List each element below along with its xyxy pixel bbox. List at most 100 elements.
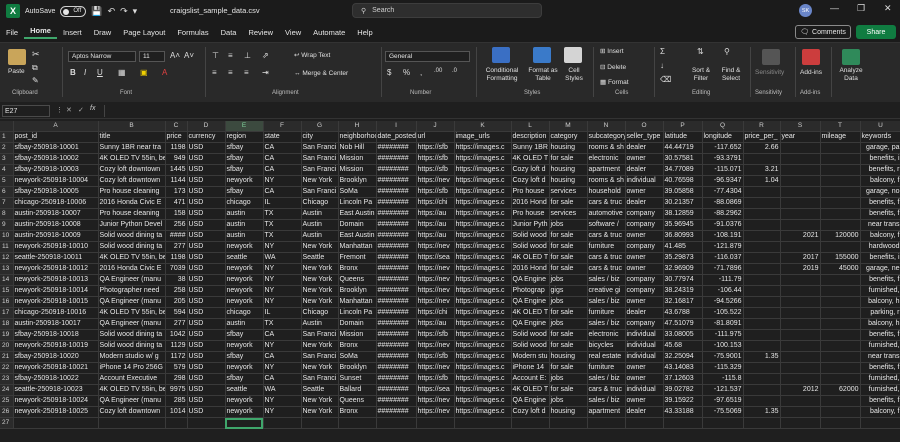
conditional-formatting-button[interactable]: Conditional Formatting: [482, 67, 522, 83]
cell[interactable]: San Franci: [301, 351, 339, 363]
cell[interactable]: sales / biz: [587, 395, 626, 407]
cell[interactable]: jobs: [549, 318, 588, 330]
cell[interactable]: [165, 417, 188, 429]
cell[interactable]: Mission: [338, 153, 377, 165]
cell[interactable]: newyork: [225, 285, 264, 297]
cell[interactable]: newyork-250918-10015: [13, 296, 99, 308]
column-header-n[interactable]: N: [587, 121, 626, 132]
row-header[interactable]: 16: [0, 296, 14, 308]
cell[interactable]: WA: [263, 384, 302, 396]
cell[interactable]: chicago: [225, 197, 264, 209]
cell[interactable]: Bronx: [338, 406, 377, 418]
cell[interactable]: furniture: [587, 241, 626, 253]
cell[interactable]: USD: [187, 263, 226, 275]
cell[interactable]: TX: [263, 318, 302, 330]
cell[interactable]: QA Engine: [511, 395, 550, 407]
cell[interactable]: sfbay-250918-10002: [13, 153, 99, 165]
cell[interactable]: [225, 417, 264, 429]
cell[interactable]: New York: [301, 241, 339, 253]
cell[interactable]: iPhone 14 Pro 256G: [98, 362, 166, 374]
cell[interactable]: -111.975: [702, 329, 744, 341]
cell[interactable]: housing: [549, 164, 588, 176]
cell[interactable]: 9975: [165, 384, 188, 396]
cell[interactable]: https://sfb: [416, 164, 455, 176]
cell[interactable]: [820, 329, 861, 341]
cell[interactable]: -115.071: [702, 164, 744, 176]
cell[interactable]: electronic: [587, 329, 626, 341]
decrease-decimal-icon[interactable]: .0: [452, 68, 457, 74]
cell[interactable]: company: [625, 208, 664, 220]
cell[interactable]: -97.6519: [702, 395, 744, 407]
function-icon[interactable]: fx: [90, 105, 95, 112]
cell[interactable]: USD: [187, 285, 226, 297]
cell[interactable]: -88.2962: [702, 208, 744, 220]
cell[interactable]: ########: [376, 329, 417, 341]
autosum-icon[interactable]: Σ: [660, 47, 665, 56]
cell[interactable]: image_urls: [454, 131, 512, 143]
sensitivity-icon[interactable]: [762, 49, 780, 65]
cell[interactable]: Austin: [301, 219, 339, 231]
cell[interactable]: -81.8091: [702, 318, 744, 330]
cell[interactable]: Solid wood dining ta: [98, 329, 166, 341]
cell[interactable]: CA: [263, 164, 302, 176]
indent-icon[interactable]: ⇥: [262, 68, 269, 77]
cell[interactable]: [743, 230, 781, 242]
cell[interactable]: Bronx: [338, 340, 377, 352]
cell[interactable]: USD: [187, 340, 226, 352]
bold-icon[interactable]: B: [70, 68, 76, 77]
cell[interactable]: price_per_: [743, 131, 781, 143]
cell[interactable]: [780, 241, 821, 253]
increase-font-icon[interactable]: A˄: [170, 51, 180, 60]
analyze-data-icon[interactable]: [842, 49, 860, 65]
align-bottom-icon[interactable]: ⊥: [244, 51, 251, 60]
cell[interactable]: category: [549, 131, 588, 143]
cell[interactable]: seller_type: [625, 131, 664, 143]
cell[interactable]: -71.7896: [702, 263, 744, 275]
share-button[interactable]: Share: [856, 25, 896, 39]
insert-cells-button[interactable]: ⊞ Insert: [600, 47, 624, 55]
cell[interactable]: neighborhood: [338, 131, 377, 143]
cell[interactable]: https://images.c: [454, 307, 512, 319]
cell[interactable]: Sunset: [338, 373, 377, 385]
cell[interactable]: Modern stu: [511, 351, 550, 363]
cell[interactable]: ########: [376, 384, 417, 396]
menu-automate[interactable]: Automate: [307, 28, 351, 37]
close-icon[interactable]: ✕: [884, 3, 892, 14]
cell[interactable]: CA: [263, 329, 302, 341]
cell[interactable]: SoMa: [338, 186, 377, 198]
cell[interactable]: 4K OLED TV 55in, be: [98, 153, 166, 165]
cell[interactable]: TX: [263, 208, 302, 220]
cell[interactable]: USD: [187, 175, 226, 187]
cell[interactable]: https://images.c: [454, 351, 512, 363]
cell[interactable]: 40.76598: [663, 175, 703, 187]
cell[interactable]: newyork: [225, 274, 264, 286]
cell[interactable]: newyork-250918-10019: [13, 340, 99, 352]
cell[interactable]: [780, 142, 821, 154]
cell[interactable]: [780, 351, 821, 363]
cell[interactable]: Pro house: [511, 208, 550, 220]
cell[interactable]: 2021: [780, 230, 821, 242]
cell[interactable]: 43.33188: [663, 406, 703, 418]
cell[interactable]: [820, 175, 861, 187]
number-format-select[interactable]: General: [385, 51, 470, 62]
cell[interactable]: garage, pa: [860, 142, 900, 154]
cell[interactable]: [743, 384, 781, 396]
cell[interactable]: -96.9347: [702, 175, 744, 187]
cell[interactable]: balcony, h: [860, 318, 900, 330]
percent-icon[interactable]: %: [403, 68, 410, 77]
copy-icon[interactable]: ⧉: [32, 63, 38, 73]
cell[interactable]: San Franci: [301, 329, 339, 341]
fill-icon[interactable]: ↓: [660, 61, 664, 70]
cell[interactable]: for sale: [549, 384, 588, 396]
italic-icon[interactable]: I: [84, 68, 86, 77]
cell[interactable]: city: [301, 131, 339, 143]
cell[interactable]: parking, r: [860, 307, 900, 319]
cell[interactable]: individual: [625, 329, 664, 341]
cell[interactable]: Cozy loft downtown: [98, 164, 166, 176]
cell[interactable]: 45000: [820, 263, 861, 275]
cell[interactable]: San Franci: [301, 186, 339, 198]
cell[interactable]: mileage: [820, 131, 861, 143]
cell[interactable]: https://nev: [416, 296, 455, 308]
cell[interactable]: near trans: [860, 219, 900, 231]
cell[interactable]: -117.652: [702, 142, 744, 154]
